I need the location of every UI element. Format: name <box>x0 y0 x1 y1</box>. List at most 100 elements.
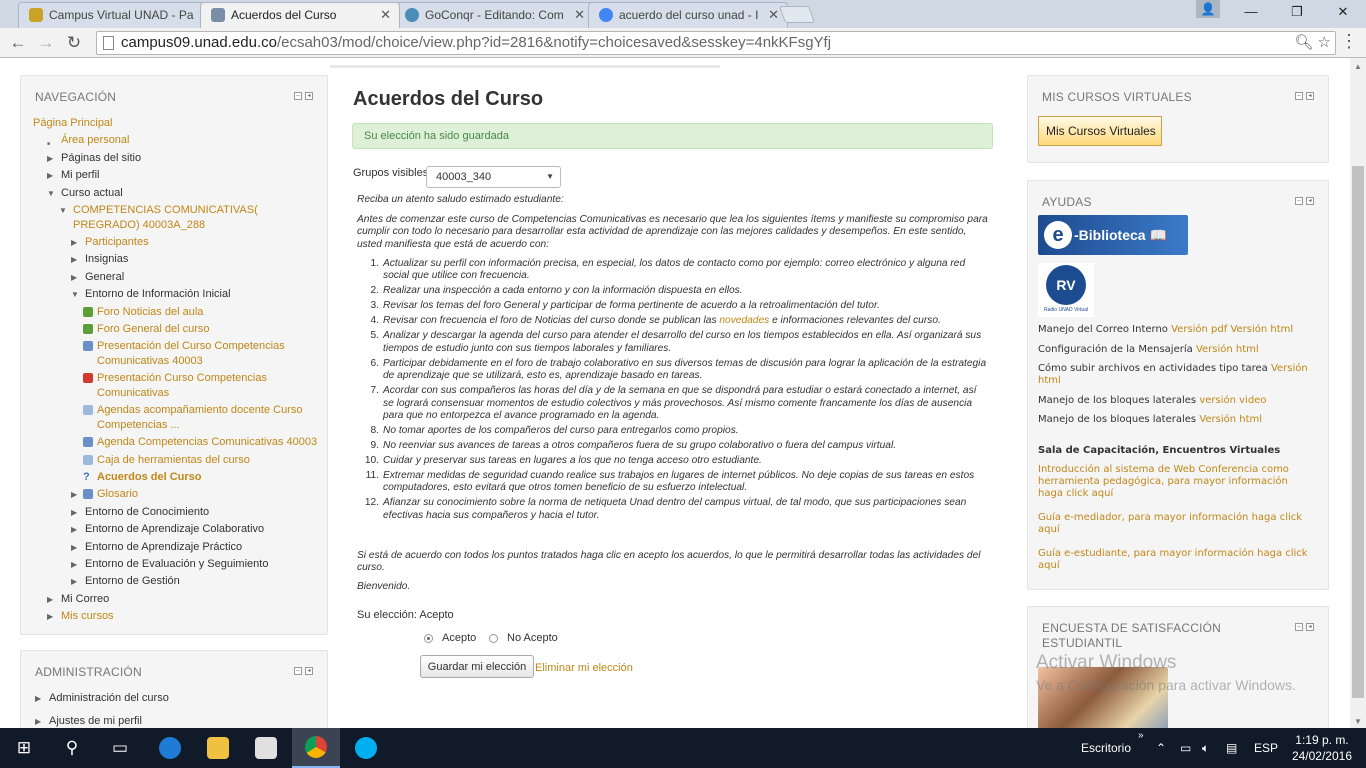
file-explorer-icon[interactable] <box>194 728 242 768</box>
novedades-link[interactable]: novedades <box>719 315 769 326</box>
skype-icon[interactable] <box>342 728 390 768</box>
nav-item[interactable]: Agenda Competencias Comunicativas 40003 <box>33 435 323 452</box>
dock-icon[interactable]: ◂ <box>305 667 313 675</box>
caret-right-icon: ▶ <box>71 507 78 517</box>
toolbar-expand-icon[interactable]: » <box>1138 716 1144 756</box>
dock-icon[interactable]: ◂ <box>1306 623 1314 631</box>
scrollbar-thumb[interactable] <box>1352 166 1364 698</box>
nav-item[interactable]: ▶ Entorno de Aprendizaje Práctico <box>33 540 323 557</box>
help-link[interactable]: versión video <box>1199 395 1266 406</box>
remove-choice-link[interactable]: Eliminar mi elección <box>535 662 633 674</box>
goconqr-favicon-icon <box>405 8 419 22</box>
nav-item[interactable]: ▼ Curso actual <box>33 186 323 203</box>
restore-icon[interactable]: ❐ <box>1274 0 1320 26</box>
menu-icon[interactable]: ⋮ <box>1340 31 1358 52</box>
close-icon[interactable]: ✕ <box>380 3 391 27</box>
ebiblioteca-banner[interactable]: e -Biblioteca 📖 <box>1038 215 1188 255</box>
option-acepto[interactable]: Acepto <box>424 632 476 644</box>
nav-item[interactable]: ▶ Mi perfil <box>33 168 323 185</box>
close-icon[interactable]: ✕ <box>574 3 585 27</box>
browser-tab-acuerdos[interactable]: Acuerdos del Curso ✕ <box>200 2 400 28</box>
volume-icon[interactable]: 🔈︎ <box>1202 728 1209 768</box>
search-icon[interactable]: ⚲ <box>48 728 96 768</box>
capacitacion-link-emediador[interactable]: Guía e-mediador, para mayor información … <box>1038 512 1310 536</box>
page-scrollbar[interactable]: ▲ ▼ <box>1350 58 1366 728</box>
nav-item[interactable]: ▶ Entorno de Gestión <box>33 574 323 591</box>
admin-item-profile-settings[interactable]: ▶ Ajustes de mi perfil <box>35 714 315 728</box>
collapse-icon[interactable]: – <box>294 667 302 675</box>
language-indicator[interactable]: ESP <box>1254 728 1278 768</box>
help-link[interactable]: Versión html <box>1230 324 1293 335</box>
option-no-acepto[interactable]: No Acepto <box>489 632 558 644</box>
forward-arrow-icon[interactable]: → <box>34 31 58 55</box>
chevron-up-icon[interactable]: ⌃ <box>1156 728 1166 768</box>
nav-item[interactable]: Presentación Curso Competencias Comunica… <box>33 371 323 403</box>
capacitacion-link-webconf[interactable]: Introducción al sistema de Web Conferenc… <box>1038 464 1310 500</box>
collapse-icon[interactable]: – <box>1295 623 1303 631</box>
browser-tab-goconqr[interactable]: GoConqr - Editando: Com ✕ <box>394 2 594 28</box>
nav-item[interactable]: ▶ Entorno de Aprendizaje Colaborativo <box>33 522 323 539</box>
zoom-star-icons[interactable]: 🔍︎ ☆ <box>1294 33 1331 51</box>
browser-tab-google[interactable]: acuerdo del curso unad - I ✕ <box>588 2 788 28</box>
edge-icon[interactable] <box>146 728 194 768</box>
windows-start-icon[interactable]: ⊞ <box>0 728 48 768</box>
block-controls: – ◂ <box>1295 197 1314 205</box>
radio-no-acepto[interactable] <box>489 633 498 643</box>
collapse-icon[interactable]: – <box>294 92 302 100</box>
system-clock[interactable]: 1:19 p. m. 24/02/2016 <box>1292 732 1352 764</box>
nav-item[interactable]: ▼ Entorno de Información Inicial <box>33 287 323 304</box>
new-tab-button[interactable] <box>778 6 816 23</box>
browser-tab-campus[interactable]: Campus Virtual UNAD - Pa ✕ <box>18 2 218 28</box>
close-window-icon[interactable]: ✕ <box>1320 0 1366 26</box>
dock-icon[interactable]: ◂ <box>1306 197 1314 205</box>
help-link[interactable]: Versión pdf <box>1171 324 1227 335</box>
admin-item-course[interactable]: ▶ Administración del curso <box>35 691 315 708</box>
nav-item[interactable]: ▶ Participantes <box>33 235 323 252</box>
notifications-icon[interactable]: ▤ <box>1226 728 1237 768</box>
minimize-icon[interactable]: — <box>1228 0 1274 26</box>
nav-item[interactable]: ▶ Mi Correo <box>33 592 323 609</box>
back-arrow-icon[interactable]: ← <box>6 31 30 55</box>
group-select[interactable]: 40003_340 ▼ <box>426 166 561 188</box>
nav-item[interactable]: ▶ Insignias <box>33 252 323 269</box>
task-view-icon[interactable]: ▭ <box>96 728 144 768</box>
nav-item[interactable]: ▶ Entorno de Evaluación y Seguimiento <box>33 557 323 574</box>
radio-acepto[interactable] <box>424 633 433 643</box>
radio-unad-logo[interactable]: RV Radio UNAD Virtual <box>1038 263 1094 317</box>
nav-item-row: ▶ Glosario <box>71 487 323 504</box>
dock-icon[interactable]: ◂ <box>305 92 313 100</box>
close-icon[interactable]: ✕ <box>768 3 779 27</box>
help-link[interactable]: Versión html <box>1196 344 1259 355</box>
nav-item[interactable]: Presentación del Curso Competencias Comu… <box>33 339 323 371</box>
nav-item[interactable]: ▶ Mis cursos <box>33 609 323 626</box>
nav-item[interactable]: ▼ COMPETENCIAS COMUNICATIVAS( PREGRADO) 4… <box>33 203 323 235</box>
collapse-icon[interactable]: – <box>1295 92 1303 100</box>
nav-item[interactable]: ? Acuerdos del Curso <box>33 470 323 487</box>
network-icon[interactable]: ▭ <box>1180 728 1191 768</box>
mis-cursos-button[interactable]: Mis Cursos Virtuales <box>1038 116 1162 146</box>
chrome-icon[interactable] <box>292 728 340 768</box>
desktop-toolbar-label[interactable]: Escritorio <box>1081 728 1131 768</box>
nav-item[interactable]: Caja de herramientas del curso <box>33 453 323 470</box>
nav-item-label: Caja de herramientas del curso <box>97 453 250 466</box>
nav-item[interactable]: Agendas acompañamiento docente Curso Com… <box>33 403 323 435</box>
nav-item[interactable]: ▶ Entorno de Conocimiento <box>33 505 323 522</box>
reload-icon[interactable]: ↻ <box>62 31 86 55</box>
store-icon[interactable] <box>242 728 290 768</box>
capacitacion-link-eestudiante[interactable]: Guía e-estudiante, para mayor informació… <box>1038 548 1310 572</box>
nav-item[interactable]: Foro Noticias del aula <box>33 305 323 322</box>
nav-item[interactable]: Página Principal <box>33 116 323 133</box>
collapse-icon[interactable]: – <box>1295 197 1303 205</box>
nav-item[interactable]: ■ Área personal <box>33 133 323 150</box>
scroll-down-icon[interactable]: ▼ <box>1354 717 1362 726</box>
scroll-up-icon[interactable]: ▲ <box>1354 62 1362 71</box>
nav-item[interactable]: ▶ General <box>33 270 323 287</box>
help-link[interactable]: Versión html <box>1199 414 1262 425</box>
nav-item[interactable]: ▶ Páginas del sitio <box>33 151 323 168</box>
nav-item[interactable]: Foro General del curso <box>33 322 323 339</box>
profile-icon[interactable]: 👤 <box>1196 0 1220 18</box>
nav-item[interactable]: ▶ Glosario <box>33 487 323 504</box>
save-choice-button[interactable]: Guardar mi elección <box>420 655 534 678</box>
dock-icon[interactable]: ◂ <box>1306 92 1314 100</box>
address-bar[interactable]: campus09.unad.edu.co/ecsah03/mod/choice/… <box>96 31 1336 55</box>
